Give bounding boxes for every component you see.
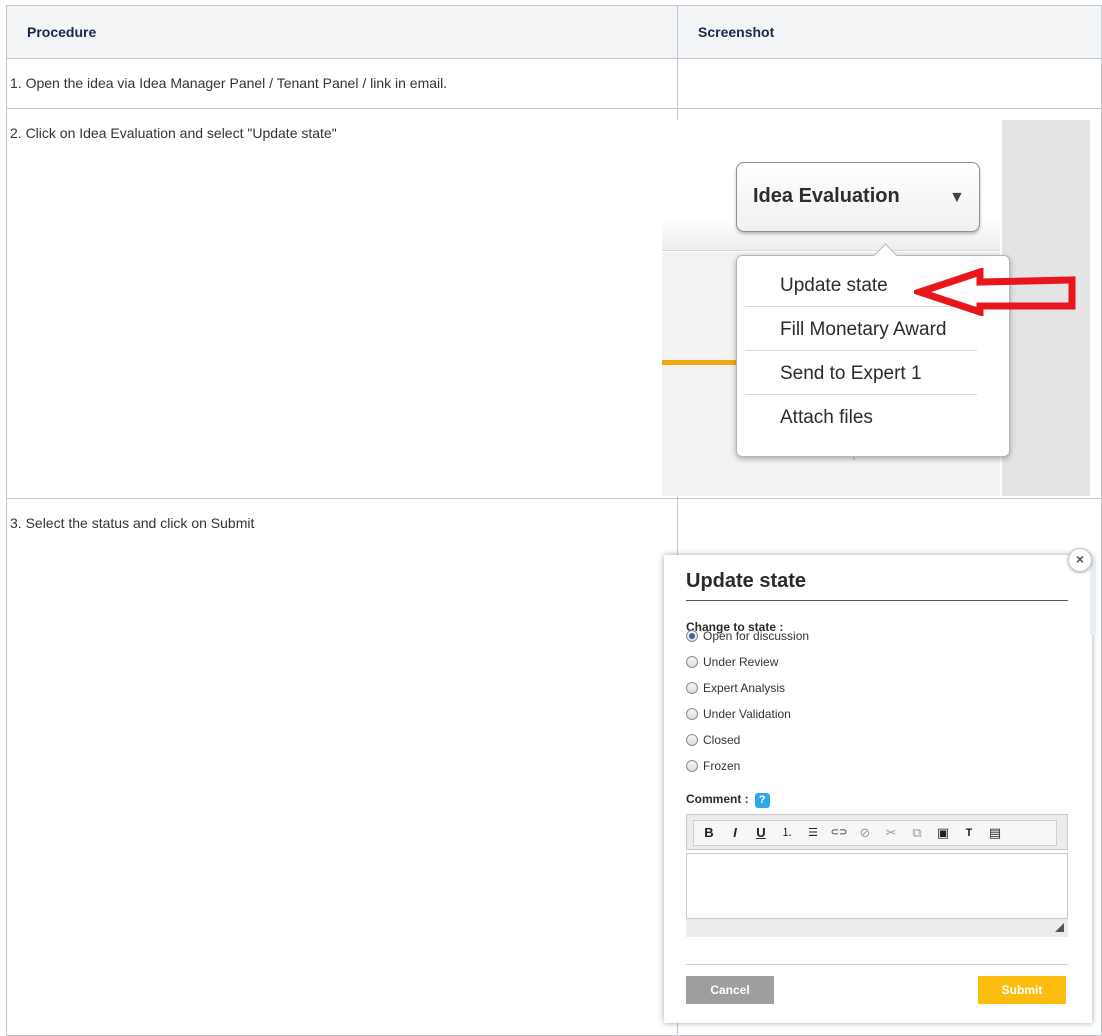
option-label: Expert Analysis — [703, 681, 786, 695]
procedure-step-3: 3. Select the status and click on Submit — [6, 498, 678, 1036]
radio-icon[interactable] — [686, 656, 698, 668]
idea-evaluation-screenshot: Implemented Idea Evaluation ▼ Update sta… — [662, 120, 1090, 496]
close-icon[interactable]: × — [1068, 548, 1092, 572]
menu-item-attach-files[interactable]: Attach files — [745, 396, 977, 439]
state-option-under-validation[interactable]: Under Validation — [686, 706, 791, 722]
title-divider — [686, 600, 1068, 601]
update-state-dialog: × Update state Change to state : Open fo… — [664, 548, 1096, 1023]
comment-label: Comment : — [686, 792, 749, 806]
idea-evaluation-button[interactable]: Idea Evaluation ▼ — [736, 162, 980, 232]
state-option-open-for-discussion[interactable]: Open for discussion — [686, 628, 809, 644]
help-icon[interactable]: ? — [754, 793, 770, 808]
italic-icon[interactable]: I — [724, 823, 746, 843]
step-1-text: 1. Open the idea via Idea Manager Panel … — [10, 75, 448, 91]
option-label: Open for discussion — [703, 629, 810, 643]
cut-icon[interactable]: ✂ — [880, 823, 902, 843]
radio-icon[interactable] — [686, 760, 698, 772]
ordered-list-icon[interactable]: ⒈ — [776, 823, 798, 843]
header-screenshot: Screenshot — [677, 5, 1102, 59]
radio-icon[interactable] — [686, 682, 698, 694]
bold-icon[interactable]: B — [698, 823, 720, 843]
editor-toolbar-group: B I U ⒈ ☰ ⊂⊃ ⊘ ✂ ⧉ ▣ T ▤ — [693, 820, 1057, 846]
caret-down-icon: ▼ — [949, 189, 965, 206]
procedure-step-1: 1. Open the idea via Idea Manager Panel … — [6, 58, 678, 109]
paste-icon[interactable]: ▣ — [932, 823, 954, 843]
radio-icon[interactable] — [686, 734, 698, 746]
comment-editor[interactable] — [686, 853, 1068, 919]
dialog-title: Update state — [686, 570, 807, 592]
progress-line — [662, 360, 742, 365]
unlink-icon[interactable]: ⊘ — [854, 823, 876, 843]
option-label: Under Validation — [703, 707, 791, 721]
paste-text-icon[interactable]: T — [958, 823, 980, 843]
procedure-step-2: 2. Click on Idea Evaluation and select "… — [6, 108, 678, 499]
underline-icon[interactable]: U — [750, 823, 772, 843]
comment-label-row: Comment :? — [686, 792, 770, 808]
step-3-text: 3. Select the status and click on Submit — [10, 515, 255, 531]
radio-icon[interactable] — [686, 630, 698, 642]
editor-toolbar: B I U ⒈ ☰ ⊂⊃ ⊘ ✂ ⧉ ▣ T ▤ — [686, 814, 1068, 850]
screenshot-cell-1 — [677, 58, 1102, 109]
submit-button[interactable]: Submit — [978, 976, 1066, 1004]
menu-item-send-to-expert[interactable]: Send to Expert 1 — [745, 352, 977, 395]
state-option-frozen[interactable]: Frozen — [686, 758, 740, 774]
step-2-text: 2. Click on Idea Evaluation and select "… — [10, 125, 337, 141]
header-procedure: Procedure — [6, 5, 678, 59]
state-option-expert-analysis[interactable]: Expert Analysis — [686, 680, 785, 696]
red-arrow-icon — [914, 268, 1076, 316]
state-option-under-review[interactable]: Under Review — [686, 654, 778, 670]
image-icon[interactable]: ▤ — [984, 823, 1006, 843]
option-label: Under Review — [703, 655, 779, 669]
copy-icon[interactable]: ⧉ — [906, 823, 928, 843]
cancel-button[interactable]: Cancel — [686, 976, 774, 1004]
idea-evaluation-label: Idea Evaluation — [753, 185, 900, 207]
editor-resize-bar — [686, 919, 1068, 937]
option-label: Closed — [703, 733, 741, 747]
resize-grip-icon[interactable] — [1055, 923, 1064, 932]
dialog-backdrop-edge — [1090, 555, 1096, 635]
bullet-list-icon[interactable]: ☰ — [802, 823, 824, 843]
radio-icon[interactable] — [686, 708, 698, 720]
footer-divider — [686, 964, 1068, 965]
link-icon[interactable]: ⊂⊃ — [828, 823, 850, 843]
option-label: Frozen — [703, 759, 741, 773]
state-option-closed[interactable]: Closed — [686, 732, 740, 748]
